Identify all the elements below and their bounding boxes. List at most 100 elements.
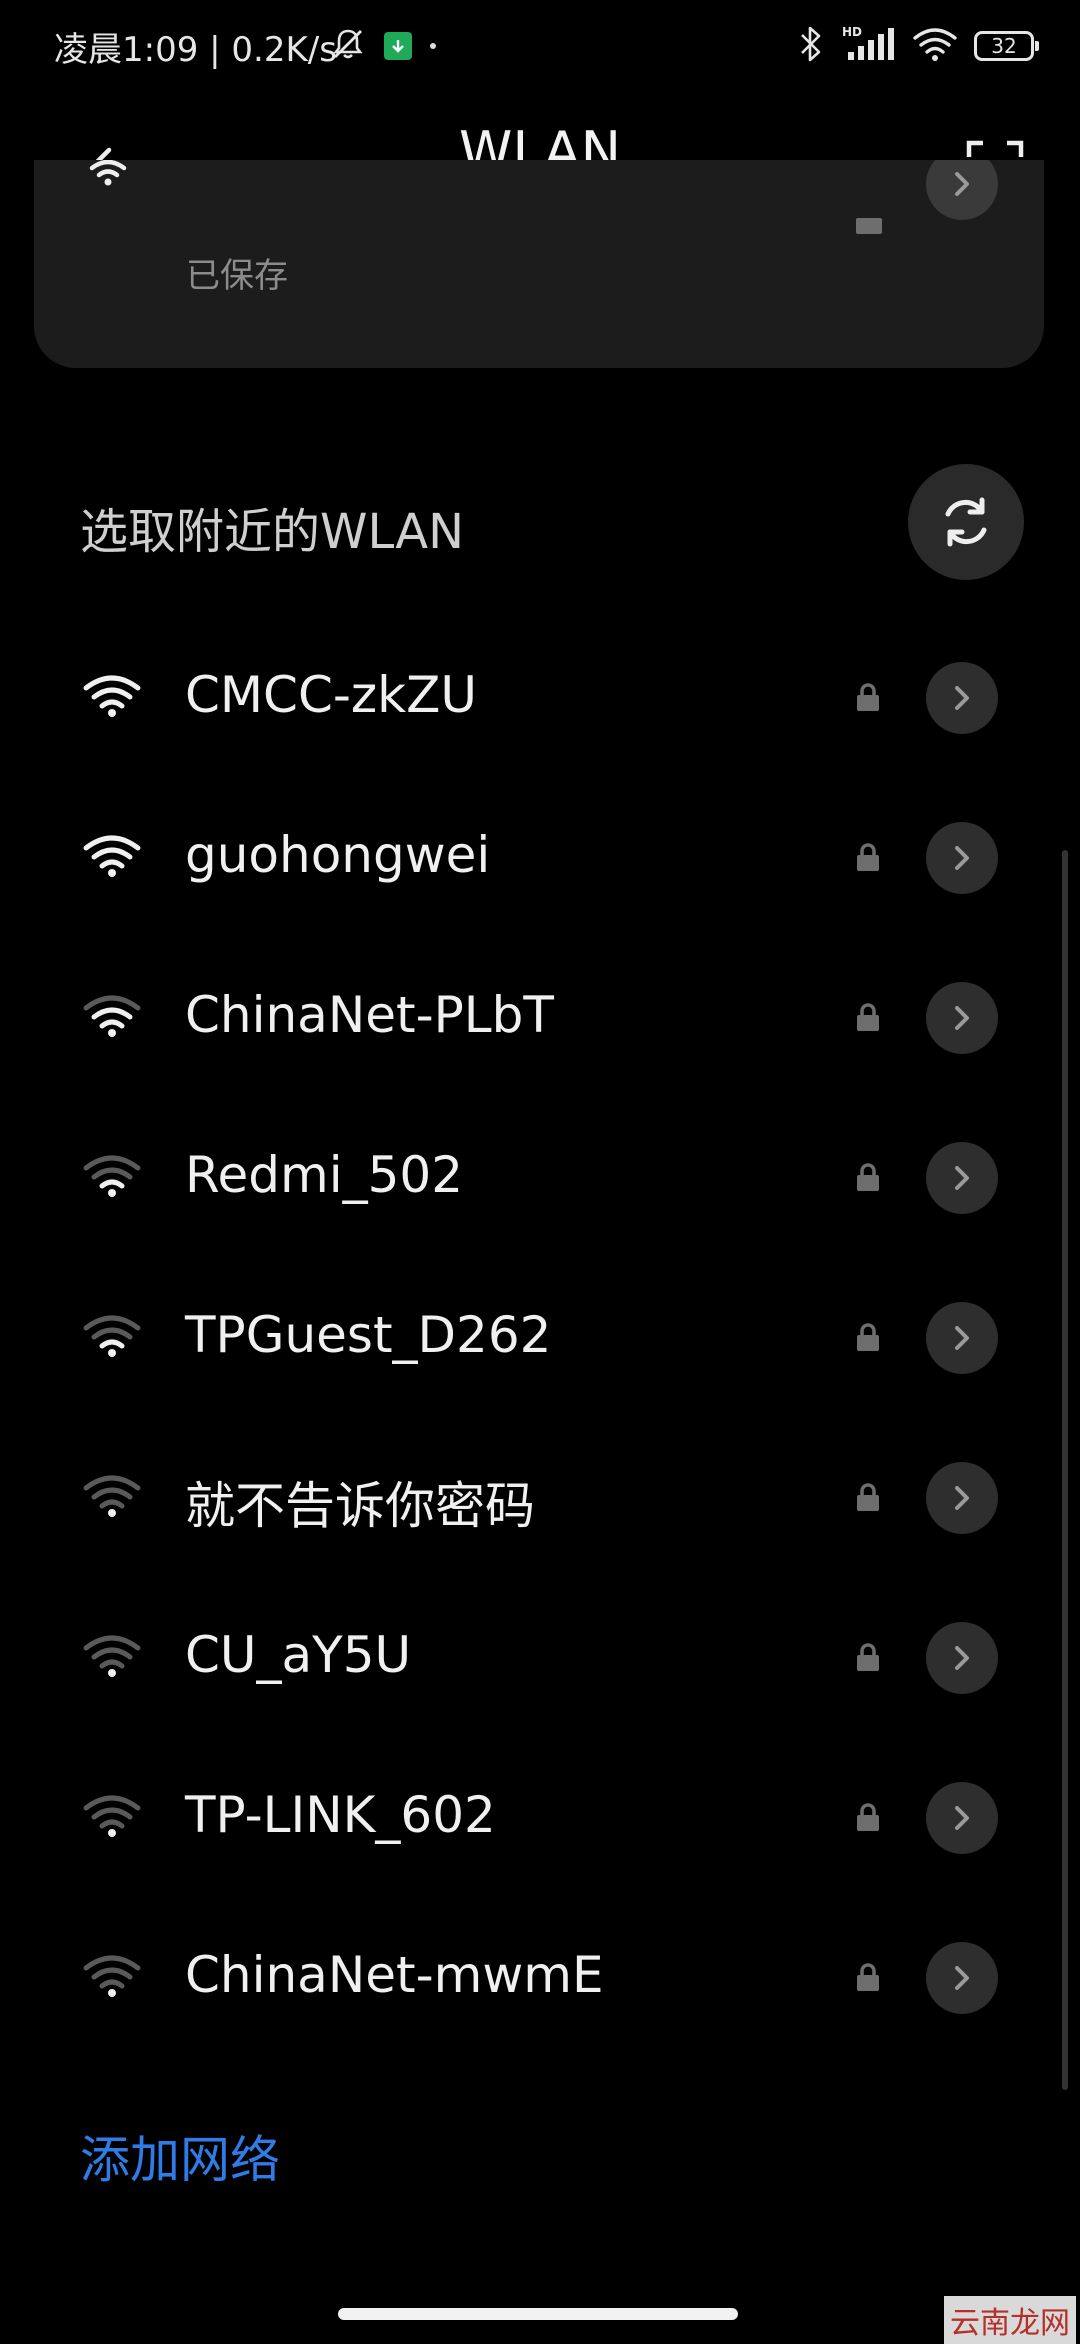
network-row[interactable]: guohongwei [0,778,1080,938]
network-detail-button[interactable] [926,1622,998,1694]
lock-icon [854,1962,882,1996]
wifi-arc [91,1967,133,1980]
add-network-link[interactable]: 添加网络 [80,2120,280,2192]
wifi-arc [99,859,125,869]
wifi-arc [99,1019,125,1029]
chevron-right-icon [955,1006,969,1030]
lock-icon [854,1482,882,1516]
wifi-arc [83,675,141,691]
wifi-signal-icon [82,834,142,882]
network-row[interactable]: CU_aY5U [0,1578,1080,1738]
refresh-icon [945,497,987,547]
chevron-right-icon [955,1966,969,1990]
wifi-arc [91,687,133,700]
wifi-dot [108,1669,116,1677]
wifi-signal-icon [82,994,142,1042]
network-name: CMCC-zkZU [185,666,477,724]
refresh-button[interactable] [908,464,1024,580]
wifi-signal-icon [82,1954,142,2002]
wifi-dot [108,1029,116,1037]
network-name: guohongwei [185,826,491,884]
wifi-arc [99,1339,125,1349]
wifi-signal-icon [82,674,142,722]
saved-network-card[interactable]: 已保存 [34,160,1044,368]
network-detail-button[interactable] [926,662,998,734]
watermark: 云南龙网 [944,2296,1076,2344]
wifi-dot [108,709,116,717]
wifi-arc [83,835,141,851]
wifi-dot [108,1189,116,1197]
network-detail-button[interactable] [926,1942,998,2014]
network-detail-button[interactable] [926,982,998,1054]
network-name: 就不告诉你密码 [185,1477,535,1535]
wifi-arc [83,1955,141,1971]
network-detail-button[interactable] [926,1302,998,1374]
network-detail-button[interactable] [926,822,998,894]
wifi-arc [91,1647,133,1660]
wifi-arc [83,1475,141,1491]
status-time: 凌晨1:09 | 0.2K/s [54,30,337,70]
hd-label: HD [842,25,862,39]
saved-status: 已保存 [186,256,288,296]
network-row[interactable]: ChinaNet-mwmE [0,1898,1080,2058]
network-name: CU_aY5U [185,1626,412,1684]
home-indicator[interactable] [338,2308,738,2320]
chevron-right-icon [955,172,969,196]
chevron-right-icon [955,1326,969,1350]
network-detail-button[interactable] [926,160,998,220]
chevron-right-icon [955,1806,969,1830]
network-row[interactable]: 就不告诉你密码 [0,1418,1080,1578]
wifi-arc [83,1315,141,1331]
wifi-arc [83,1795,141,1811]
network-row[interactable]: TPGuest_D262 [0,1258,1080,1418]
wifi-arc [91,1807,133,1820]
chevron-right-icon [955,686,969,710]
network-detail-button[interactable] [926,1462,998,1534]
wifi-arc [91,1487,133,1500]
wifi-dot [108,869,116,877]
network-row[interactable]: ChinaNet-PLbT [0,938,1080,1098]
wifi-signal-icon [82,1154,142,1202]
chevron-right-icon [955,1166,969,1190]
lock-icon [854,1002,882,1036]
status-bar: 凌晨1:09 | 0.2K/s HD 32 [0,0,1080,92]
lock-icon [854,1162,882,1196]
wifi-arc [83,1635,141,1651]
status-left-icons [330,22,436,70]
wifi-arc [91,1167,133,1180]
wifi-signal-icon [82,1794,142,1842]
wifi-signal-icon [82,1634,142,1682]
network-row[interactable]: CMCC-zkZU [0,618,1080,778]
network-detail-button[interactable] [926,1782,998,1854]
dot-icon [430,43,436,49]
wifi-dot [108,1509,116,1517]
wifi-arc [99,1179,125,1189]
wifi-signal-icon [82,1314,142,1362]
wifi-arc [99,699,125,709]
wifi-signal-icon [82,1474,142,1522]
network-name: ChinaNet-mwmE [185,1946,604,2004]
network-name: ChinaNet-PLbT [185,986,554,1044]
hd-signal-icon: HD [840,24,896,68]
network-row[interactable]: TP-LINK_602 [0,1738,1080,1898]
lock-icon [854,682,882,716]
scrollbar[interactable] [1062,850,1068,2090]
network-list: CMCC-zkZU guohongwei ChinaNet-PLbT Redmi… [0,618,1080,2058]
network-name: Redmi_502 [185,1146,464,1204]
chevron-right-icon [955,1646,969,1670]
wifi-arc [99,1819,125,1829]
wifi-arc [91,1007,133,1020]
chevron-right-icon [955,846,969,870]
lock-icon [854,1322,882,1356]
section-title: 选取附近的WLAN [80,504,465,560]
download-icon [384,32,412,60]
network-detail-button[interactable] [926,1142,998,1214]
network-row[interactable]: Redmi_502 [0,1098,1080,1258]
chevron-right-icon [955,1486,969,1510]
wifi-dot [108,1829,116,1837]
wifi-arc [83,995,141,1011]
bluetooth-icon [798,24,824,68]
network-name: TP-LINK_602 [185,1786,496,1844]
wifi-arc [91,1327,133,1340]
wifi-arc [99,1979,125,1989]
